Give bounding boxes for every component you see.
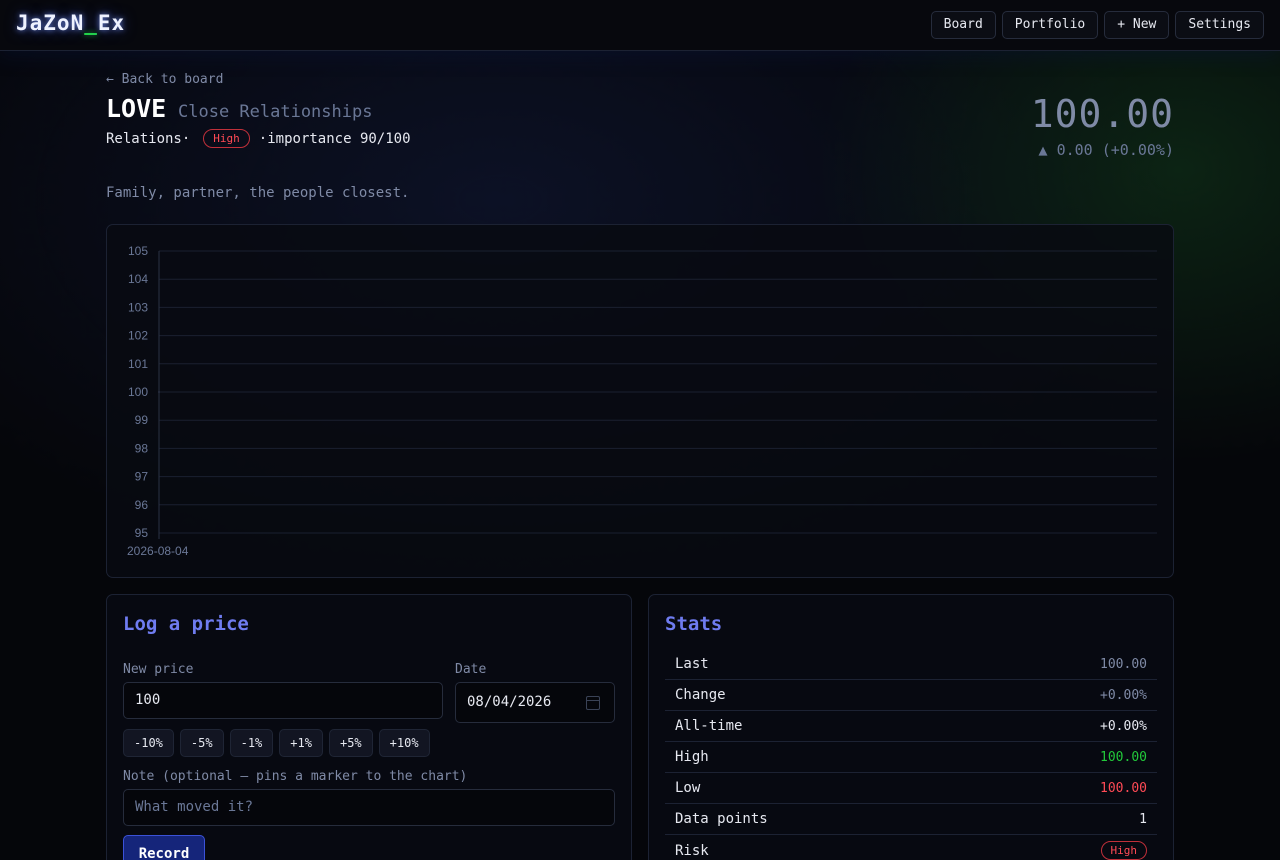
nav-settings-button[interactable]: Settings [1175,11,1264,39]
y-tick-label: 104 [128,272,148,286]
new-price-input[interactable]: 100 [123,682,443,719]
top-nav: Board Portfolio + New Settings [930,11,1264,39]
asset-ticker: LOVE [106,94,167,123]
adjust-minus-5-button[interactable]: -5% [179,729,224,757]
new-price-label: New price [123,662,194,677]
asset-meta: Relations · High · importance 90/100 [106,129,411,148]
record-button[interactable]: Record [123,835,205,860]
date-label: Date [455,662,487,677]
back-to-board-link[interactable]: ← Back to board [106,72,223,87]
note-input[interactable]: What moved it? [123,789,615,826]
nav-portfolio-button[interactable]: Portfolio [1001,11,1099,39]
stats-title: Stats [665,613,723,635]
stats-table: Last 100.00 Change +0.00% All-time +0.00% H… [665,649,1157,860]
adjust-plus-5-button[interactable]: +5% [328,729,373,757]
asset-name: Close Relationships [178,102,373,122]
quick-adjust-row: -10% -5% -1% +1% +5% +10% [123,729,430,757]
price-chart-panel: 105 104 103 102 101 100 99 98 97 96 95 2026-08-04 [106,224,1174,578]
log-price-panel: Log a price New price 100 Date 08/04/202… [106,594,632,860]
nav-board-button[interactable]: Board [930,11,996,39]
calendar-icon[interactable] [586,696,600,710]
y-tick-label: 103 [128,300,148,314]
adjust-minus-1-button[interactable]: -1% [229,729,274,757]
adjust-plus-1-button[interactable]: +1% [279,729,323,757]
current-price: 100.00 [1030,92,1174,136]
note-label: Note (optional — pins a marker to the ch… [123,769,468,784]
date-input[interactable]: 08/04/2026 [455,682,615,723]
y-tick-label: 96 [135,498,149,512]
price-chart: 105 104 103 102 101 100 99 98 97 96 95 2026-08-04 [127,244,1157,558]
stat-row-all-time: All-time +0.00% [665,711,1157,742]
stat-row-risk: Risk High [665,835,1157,860]
adjust-minus-10-button[interactable]: -10% [123,729,174,757]
top-bar: JaZoN_Ex Board Portfolio + New Settings [0,0,1280,51]
y-tick-label: 98 [135,441,149,455]
asset-importance: importance 90/100 [267,130,411,147]
y-tick-label: 99 [135,413,149,427]
stat-row-high: High 100.00 [665,742,1157,773]
y-tick-label: 102 [128,329,148,343]
stat-row-data-points: Data points 1 [665,804,1157,835]
stat-row-change: Change +0.00% [665,680,1157,711]
adjust-plus-10-button[interactable]: +10% [378,729,430,757]
stat-risk-badge: High [1100,841,1147,860]
y-tick-label: 105 [128,244,148,258]
y-tick-label: 95 [135,526,149,540]
meta-separator: · [181,130,191,147]
y-tick-label: 100 [128,385,148,399]
app-logo[interactable]: JaZoN_Ex [16,11,125,35]
asset-category: Relations [106,130,182,147]
nav-new-button[interactable]: + New [1104,11,1170,39]
asset-description: Family, partner, the people closest. [106,185,410,201]
stats-panel: Stats Last 100.00 Change +0.00% All-time +0… [648,594,1174,860]
y-tick-label: 101 [128,357,148,371]
x-tick-label: 2026-08-04 [127,544,189,558]
risk-badge: High [203,129,250,148]
stat-row-low: Low 100.00 [665,773,1157,804]
date-value: 08/04/2026 [467,694,552,710]
log-price-title: Log a price [123,613,249,635]
price-change: ▲ 0.00 (+0.00%) [1038,141,1174,159]
y-tick-label: 97 [135,470,149,484]
stat-row-last: Last 100.00 [665,649,1157,680]
meta-separator: · [258,130,268,147]
data-point [158,391,160,393]
